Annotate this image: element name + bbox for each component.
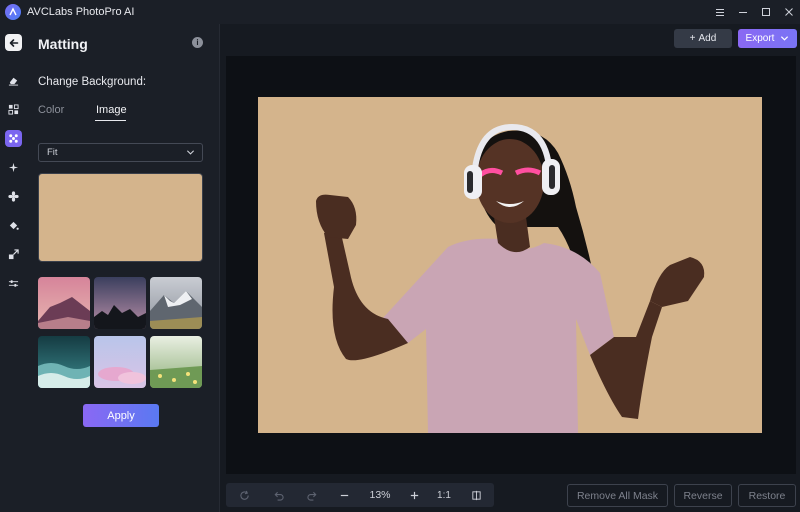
info-icon[interactable]: i <box>192 37 203 48</box>
compare-icon[interactable] <box>464 483 488 507</box>
zoom-value: 13% <box>369 489 391 501</box>
eraser-icon[interactable] <box>5 72 22 89</box>
refresh-icon[interactable] <box>232 483 256 507</box>
minimize-icon[interactable] <box>731 0 754 24</box>
export-label: Export <box>745 33 775 44</box>
paint-bucket-icon[interactable] <box>5 217 22 234</box>
add-button[interactable]: + Add <box>674 29 732 48</box>
top-toolbar: + Add Export <box>221 24 800 54</box>
zoom-in-icon[interactable] <box>402 483 426 507</box>
mountain-sunset-thumb[interactable] <box>38 277 90 329</box>
matting-icon[interactable] <box>5 130 22 147</box>
panel-title: Matting <box>38 36 88 52</box>
change-background-label: Change Background: <box>38 76 147 88</box>
zoom-out-icon[interactable] <box>332 483 356 507</box>
fit-dropdown-value: Fit <box>47 147 58 158</box>
chevron-down-icon <box>186 150 195 155</box>
tab-image[interactable]: Image <box>96 104 127 116</box>
add-label: Add <box>698 33 717 44</box>
matting-panel: Matting i Change Background: Color Image… <box>27 24 220 512</box>
fit-dropdown[interactable]: Fit <box>38 143 203 162</box>
ocean-waves-thumb[interactable] <box>38 336 90 388</box>
back-arrow-icon[interactable] <box>5 34 22 51</box>
resize-icon[interactable] <box>5 246 22 263</box>
restore-button[interactable]: Restore <box>738 484 796 507</box>
active-tab-indicator <box>95 120 126 121</box>
tool-rail <box>0 24 27 512</box>
enhance-icon[interactable] <box>5 101 22 118</box>
person-with-headphones-image <box>316 123 705 433</box>
sparkle-icon[interactable] <box>5 159 22 176</box>
flower-field-thumb[interactable] <box>150 336 202 388</box>
adjust-sliders-icon[interactable] <box>5 275 22 292</box>
app-window: AVCLabs PhotoPro AI Matting i Change Bac… <box>0 0 800 512</box>
pink-clouds-thumb[interactable] <box>94 336 146 388</box>
remove-all-mask-button[interactable]: Remove All Mask <box>567 484 668 507</box>
window-controls <box>708 0 800 24</box>
plus-icon: + <box>689 33 696 44</box>
tab-color[interactable]: Color <box>38 104 64 116</box>
zoom-toolbar: 13% 1:1 <box>226 483 494 507</box>
fan-icon[interactable] <box>5 188 22 205</box>
redo-icon[interactable] <box>300 483 324 507</box>
edited-photo[interactable] <box>258 97 762 433</box>
hamburger-icon[interactable] <box>708 0 731 24</box>
apply-button[interactable]: Apply <box>83 404 159 427</box>
dusk-trees-thumb[interactable] <box>94 277 146 329</box>
actual-size-button[interactable]: 1:1 <box>430 483 458 507</box>
reverse-button[interactable]: Reverse <box>674 484 732 507</box>
export-button[interactable]: Export <box>738 29 797 48</box>
background-preview <box>38 173 203 262</box>
title-bar: AVCLabs PhotoPro AI <box>0 0 800 24</box>
avclabs-logo-icon <box>5 4 21 20</box>
close-icon[interactable] <box>777 0 800 24</box>
snowy-mountains-thumb[interactable] <box>150 277 202 329</box>
maximize-icon[interactable] <box>754 0 777 24</box>
app-title: AVCLabs PhotoPro AI <box>27 6 135 18</box>
chevron-down-icon <box>781 36 789 41</box>
undo-icon[interactable] <box>266 483 290 507</box>
bottom-toolbar: 13% 1:1 Remove All Mask Reverse Restore <box>221 476 800 512</box>
